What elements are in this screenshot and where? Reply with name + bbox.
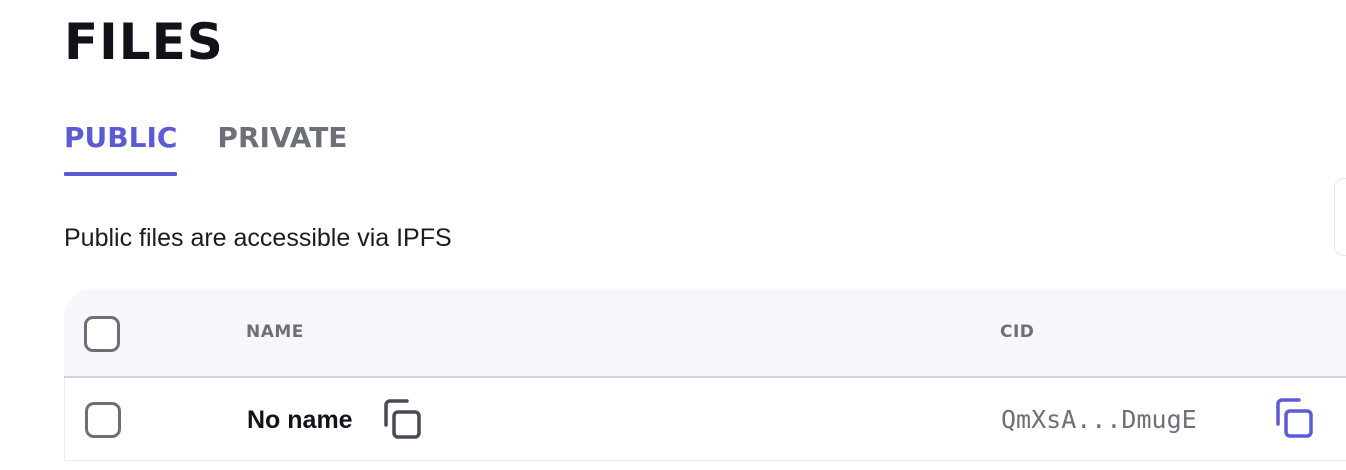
page-description: Public files are accessible via IPFS — [64, 224, 452, 252]
file-name[interactable]: No name — [247, 404, 353, 436]
tab-public-label: PUBLIC — [64, 121, 178, 154]
tab-private[interactable]: PRIVATE — [217, 120, 347, 178]
tab-public[interactable]: PUBLIC — [64, 120, 178, 178]
copy-icon[interactable] — [378, 396, 424, 442]
table-row[interactable]: No name QmXsA...DmugE — [64, 378, 1346, 461]
cid-value: QmXsA...DmugE — [1001, 405, 1197, 434]
side-panel-edge[interactable] — [1334, 178, 1346, 256]
files-table: NAME CID No name QmXsA...DmugE — [64, 289, 1346, 470]
files-page: FILES PUBLIC PRIVATE Public files are ac… — [0, 0, 1346, 470]
select-all-checkbox[interactable] — [84, 316, 120, 352]
copy-cid-icon[interactable] — [1270, 395, 1316, 441]
column-header-name[interactable]: NAME — [246, 322, 304, 342]
column-header-cid[interactable]: CID — [1000, 322, 1034, 342]
active-tab-indicator — [64, 172, 178, 176]
visibility-tabs: PUBLIC PRIVATE — [64, 120, 347, 178]
table-header: NAME CID — [64, 289, 1346, 378]
page-title: FILES — [64, 13, 224, 71]
tab-private-label: PRIVATE — [217, 121, 348, 154]
row-select-checkbox[interactable] — [85, 402, 121, 438]
